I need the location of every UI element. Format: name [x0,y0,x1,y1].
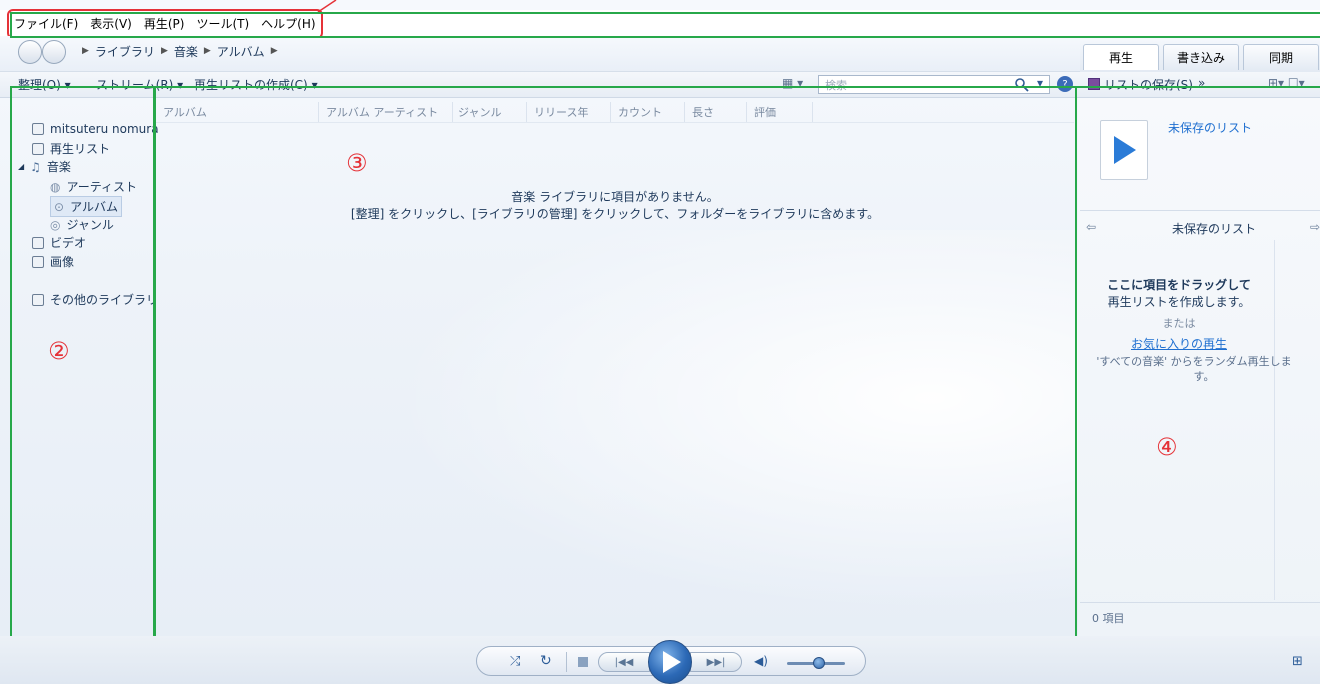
next-icon[interactable]: ▶▶| [690,652,742,672]
annotation-3: ③ [346,149,368,177]
breadcrumb-music[interactable]: 音楽 [174,43,198,60]
tab-play[interactable]: 再生 [1083,44,1159,70]
switch-view-icon[interactable]: ⊞ [1292,654,1303,669]
region-box-menu [10,12,1320,38]
annotation-4: ④ [1156,433,1178,461]
breadcrumb-arrow-icon: ▶ [82,46,89,56]
breadcrumb-arrow-icon: ▶ [203,46,211,56]
breadcrumb-arrow-icon: ▶ [160,46,168,56]
region-box-library [153,86,1077,638]
volume-slider-thumb[interactable] [813,657,825,669]
breadcrumb: ▶ ライブラリ ▶ 音楽 ▶ アルバム ▶ [82,41,278,61]
region-box-navigation [10,86,156,638]
control-divider [566,652,567,672]
annotation-pointer [317,0,337,12]
repeat-icon[interactable]: ↻ [540,653,552,669]
play-button-icon [663,651,681,673]
breadcrumb-library[interactable]: ライブラリ [95,43,155,60]
annotation-2: ② [48,337,70,365]
prev-icon[interactable]: |◀◀ [598,652,650,672]
tab-sync[interactable]: 同期 [1243,44,1319,70]
breadcrumb-album[interactable]: アルバム [217,43,265,60]
shuffle-icon[interactable]: ⤮ [510,654,520,669]
forward-icon[interactable] [42,40,66,64]
volume-icon[interactable]: ◀) [754,654,768,668]
stop-icon[interactable] [578,657,588,667]
breadcrumb-arrow-icon: ▶ [270,46,278,56]
tab-burn[interactable]: 書き込み [1163,44,1239,70]
region-box-list-pane [1075,86,1320,638]
back-icon[interactable] [18,40,42,64]
